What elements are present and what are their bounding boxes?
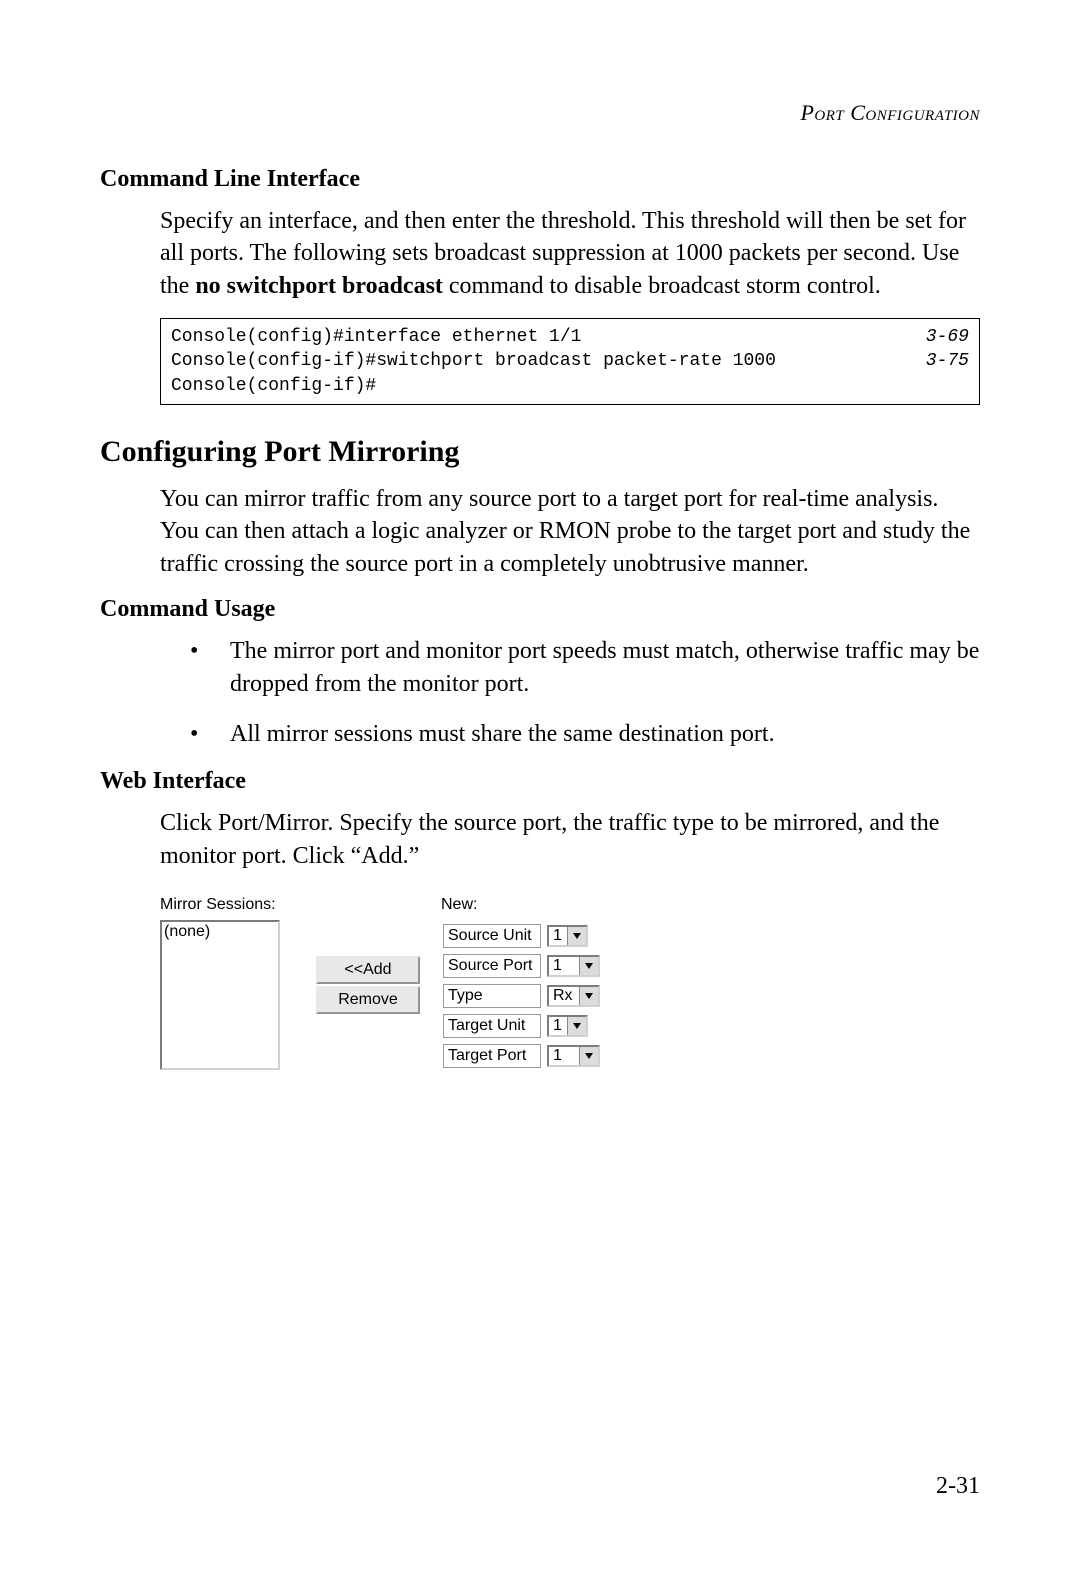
code-ref: 3-75 [926,349,969,373]
row-target-unit: Target Unit 1 [443,1012,604,1040]
source-port-label: Source Port [443,954,541,978]
source-port-value: 1 [549,957,579,975]
target-unit-value: 1 [549,1017,567,1035]
mirror-sessions-listbox[interactable]: (none) [160,920,280,1070]
heading-mirroring: Configuring Port Mirroring [100,435,980,469]
source-unit-value: 1 [549,927,567,945]
running-head: Port Configuration [100,100,980,126]
heading-web-interface: Web Interface [100,768,980,795]
code-line-3: Console(config-if)# [171,374,969,398]
chevron-down-icon[interactable] [567,1017,586,1035]
target-port-label: Target Port [443,1044,541,1068]
web-paragraph: Click Port/Mirror. Specify the source po… [160,807,980,872]
new-label: New: [441,896,606,914]
chevron-down-icon[interactable] [579,957,598,975]
code-line-1: Console(config)#interface ethernet 1/1 3… [171,325,969,349]
chevron-down-icon[interactable] [579,1047,598,1065]
source-unit-select[interactable]: 1 [547,925,588,947]
remove-button[interactable]: Remove [316,986,420,1014]
cli-paragraph: Specify an interface, and then enter the… [160,205,980,302]
add-button[interactable]: <<Add [316,956,420,984]
mirroring-paragraph: You can mirror traffic from any source p… [160,483,980,580]
new-fields-table: Source Unit 1 Source Port 1 [441,920,606,1072]
code-block: Console(config)#interface ethernet 1/1 3… [160,318,980,405]
code-cmd: Console(config)#interface ethernet 1/1 [171,325,581,349]
chevron-down-icon[interactable] [567,927,586,945]
target-port-value: 1 [549,1047,579,1065]
usage-bullets: The mirror port and monitor port speeds … [190,635,980,750]
source-port-select[interactable]: 1 [547,955,600,977]
target-unit-label: Target Unit [443,1014,541,1038]
cli-para-bold: no switchport broadcast [195,273,443,299]
source-unit-label: Source Unit [443,924,541,948]
code-cmd: Console(config-if)#switchport broadcast … [171,349,776,373]
code-cmd: Console(config-if)# [171,374,376,398]
page-number: 2-31 [936,1473,980,1500]
chevron-down-icon[interactable] [579,987,598,1005]
row-source-unit: Source Unit 1 [443,922,604,950]
list-item: All mirror sessions must share the same … [190,718,980,750]
cli-para-post: command to disable broadcast storm contr… [443,273,881,299]
heading-command-usage: Command Usage [100,596,980,623]
row-source-port: Source Port 1 [443,952,604,980]
code-ref: 3-69 [926,325,969,349]
mirror-sessions-value: (none) [164,923,210,940]
target-unit-select[interactable]: 1 [547,1015,588,1037]
row-type: Type Rx [443,982,604,1010]
type-label: Type [443,984,541,1008]
type-value: Rx [549,987,579,1005]
type-select[interactable]: Rx [547,985,600,1007]
code-line-2: Console(config-if)#switchport broadcast … [171,349,969,373]
list-item: The mirror port and monitor port speeds … [190,635,980,700]
mirror-sessions-label: Mirror Sessions: [160,896,295,914]
mirror-ui-figure: Mirror Sessions: (none) <<Add Remove New… [160,896,980,1072]
target-port-select[interactable]: 1 [547,1045,600,1067]
heading-cli: Command Line Interface [100,166,980,193]
row-target-port: Target Port 1 [443,1042,604,1070]
